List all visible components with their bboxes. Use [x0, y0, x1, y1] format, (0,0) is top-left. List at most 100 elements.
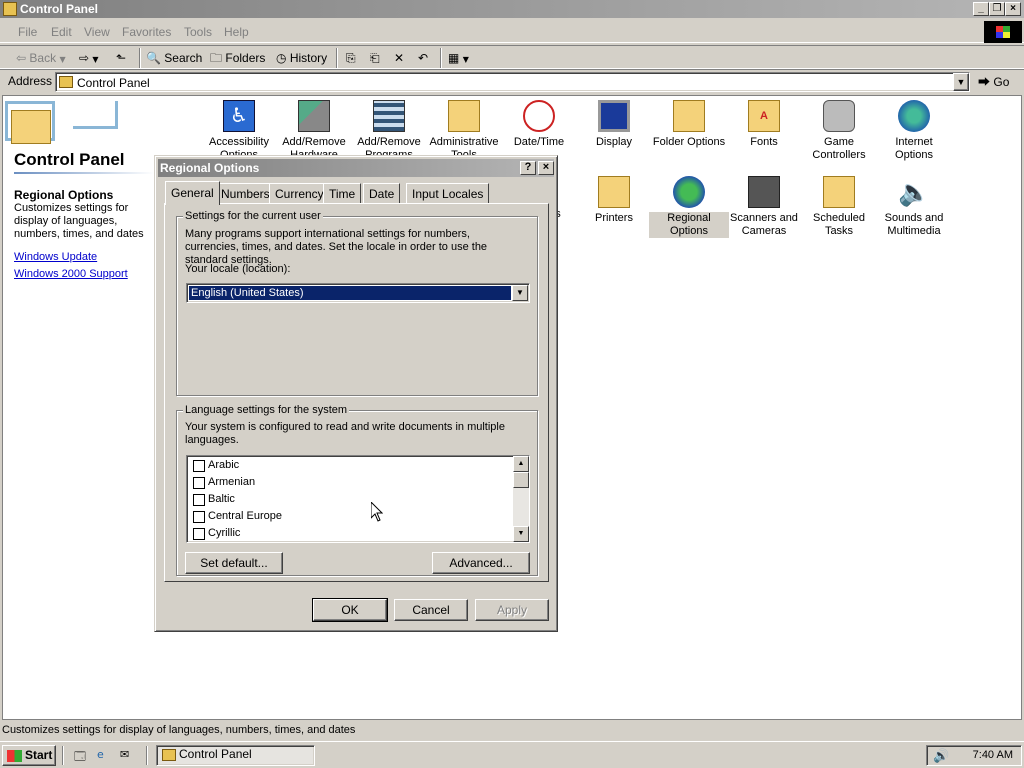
- windows-2000-support-link[interactable]: Windows 2000 Support: [14, 268, 128, 280]
- folder-options-item[interactable]: Folder Options: [649, 100, 729, 149]
- up-folder-button[interactable]: ⬑: [116, 49, 126, 67]
- views-button[interactable]: ▦ ▼: [448, 49, 469, 67]
- advanced-button[interactable]: Advanced...: [432, 552, 530, 574]
- tab-time[interactable]: Time: [323, 183, 362, 204]
- fonts-icon: A: [748, 100, 780, 132]
- game-controllers-item[interactable]: Game Controllers: [799, 100, 879, 162]
- menu-file[interactable]: File: [18, 25, 37, 39]
- search-button[interactable]: 🔍 Search: [146, 49, 202, 67]
- menu-tools[interactable]: Tools: [184, 25, 212, 39]
- scroll-thumb[interactable]: [513, 472, 529, 488]
- menu-bar: File Edit View Favorites Tools Help: [0, 21, 1024, 43]
- checkbox[interactable]: [193, 477, 205, 489]
- control-panel-icon: [59, 76, 73, 88]
- address-input[interactable]: Control Panel ▼: [55, 72, 970, 92]
- sounds-multimedia-item[interactable]: 🔈 Sounds and Multimedia: [874, 176, 954, 238]
- system-language-legend: Language settings for the system: [183, 404, 350, 416]
- menu-view[interactable]: View: [84, 25, 110, 39]
- go-button[interactable]: ⮕ Go: [978, 73, 1009, 90]
- history-button[interactable]: ◷ History: [276, 49, 327, 67]
- help-button[interactable]: ?: [520, 161, 536, 175]
- item-label: Sounds and Multimedia: [884, 212, 944, 237]
- item-label: Printers: [595, 212, 633, 224]
- menu-help[interactable]: Help: [224, 25, 249, 39]
- scroll-up-icon[interactable]: ▲: [513, 456, 529, 472]
- window-titlebar[interactable]: Control Panel _ ❐ ×: [0, 0, 1024, 18]
- title-divider: [14, 172, 154, 174]
- checkbox[interactable]: [193, 511, 205, 523]
- ok-button[interactable]: OK: [312, 598, 388, 622]
- close-button[interactable]: ×: [1005, 2, 1021, 16]
- address-value: Control Panel: [77, 76, 150, 90]
- taskbar-control-panel-button[interactable]: Control Panel: [156, 745, 315, 766]
- folders-button[interactable]: 🗀 Folders: [210, 49, 265, 67]
- minimize-button[interactable]: _: [973, 2, 989, 16]
- history-label: History: [289, 51, 328, 65]
- set-default-button[interactable]: Set default...: [185, 552, 283, 574]
- restore-button[interactable]: ❐: [989, 2, 1005, 16]
- undo-button[interactable]: ↶: [418, 49, 428, 67]
- dialog-titlebar[interactable]: Regional Options ? ×: [158, 159, 554, 177]
- internet-options-item[interactable]: Internet Options: [874, 100, 954, 162]
- checkbox[interactable]: [193, 528, 205, 540]
- language-list-scrollbar[interactable]: ▲ ▼: [513, 456, 529, 542]
- outlook-express-icon[interactable]: ✉: [120, 748, 136, 764]
- dropdown-arrow-icon[interactable]: ▼: [59, 55, 65, 64]
- menu-edit[interactable]: Edit: [51, 25, 72, 39]
- chevron-down-icon[interactable]: ▼: [512, 285, 528, 301]
- internet-explorer-icon[interactable]: e: [97, 748, 113, 764]
- user-settings-group: Settings for the current user Many progr…: [176, 210, 538, 396]
- start-button[interactable]: Start: [2, 745, 56, 766]
- move-to-button[interactable]: ⎘: [346, 49, 356, 67]
- regional-options-item[interactable]: Regional Options: [649, 176, 729, 238]
- address-dropdown-button[interactable]: ▼: [953, 73, 969, 91]
- printers-item[interactable]: Printers: [574, 176, 654, 225]
- date-time-item[interactable]: Date/Time: [499, 100, 579, 149]
- menu-favorites[interactable]: Favorites: [122, 25, 171, 39]
- dropdown-arrow-icon[interactable]: ▼: [92, 55, 98, 64]
- item-label: Internet Options: [895, 136, 933, 161]
- checkbox[interactable]: [193, 460, 205, 472]
- mouse-cursor-icon: [371, 502, 383, 522]
- scheduled-tasks-item[interactable]: Scheduled Tasks: [799, 176, 879, 238]
- add-remove-hardware-item[interactable]: Add/Remove Hardware: [274, 100, 354, 162]
- copy-to-button[interactable]: ⎗: [370, 49, 380, 67]
- language-list[interactable]: Arabic Armenian Baltic Central Europe Cy…: [186, 455, 530, 543]
- back-button[interactable]: ⇦ Back ▼: [16, 49, 66, 67]
- globe-icon: [898, 100, 930, 132]
- windows-update-link[interactable]: Windows Update: [14, 251, 97, 263]
- printer-icon: [598, 176, 630, 208]
- tab-numbers[interactable]: Numbers: [215, 183, 276, 204]
- scanners-cameras-item[interactable]: Scanners and Cameras: [724, 176, 804, 238]
- clock[interactable]: 7:40 AM: [973, 749, 1013, 761]
- accessibility-options-item[interactable]: ♿ Accessibility Options: [199, 100, 279, 162]
- administrative-tools-item[interactable]: Administrative Tools: [424, 100, 504, 162]
- tab-date[interactable]: Date: [363, 183, 401, 204]
- scroll-down-icon[interactable]: ▼: [513, 526, 529, 542]
- fonts-item[interactable]: A Fonts: [724, 100, 804, 149]
- volume-icon[interactable]: 🔊: [933, 749, 949, 764]
- page-title: Control Panel: [14, 150, 125, 169]
- add-remove-programs-item[interactable]: Add/Remove Programs: [349, 100, 429, 162]
- forward-button[interactable]: ⇨ ▼: [79, 49, 99, 67]
- system-language-description: Your system is configured to read and wr…: [185, 421, 505, 446]
- tab-input-locales[interactable]: Input Locales: [406, 183, 490, 204]
- tab-general[interactable]: General: [165, 181, 220, 205]
- delete-button[interactable]: ✕: [394, 49, 404, 67]
- selected-item-description: Customizes settings for display of langu…: [14, 202, 144, 240]
- show-desktop-icon[interactable]: 🗔: [74, 748, 90, 764]
- item-label: Display: [595, 136, 633, 148]
- apply-button[interactable]: Apply: [475, 599, 549, 621]
- cancel-button[interactable]: Cancel: [394, 599, 468, 621]
- admin-tools-icon: [448, 100, 480, 132]
- display-item[interactable]: Display: [574, 100, 654, 149]
- taskbar: Start 🗔 e ✉ Control Panel 🔊 7:40 AM: [0, 741, 1024, 768]
- locale-dropdown[interactable]: English (United States) ▼: [186, 283, 530, 303]
- locale-selected-value: English (United States): [188, 285, 512, 301]
- address-bar: Address Control Panel ▼ ⮕ Go: [0, 69, 1024, 93]
- checkbox[interactable]: [193, 494, 205, 506]
- joystick-icon: [823, 100, 855, 132]
- search-icon: 🔍: [146, 51, 161, 65]
- tab-currency[interactable]: Currency: [269, 183, 330, 204]
- dialog-close-button[interactable]: ×: [538, 161, 554, 175]
